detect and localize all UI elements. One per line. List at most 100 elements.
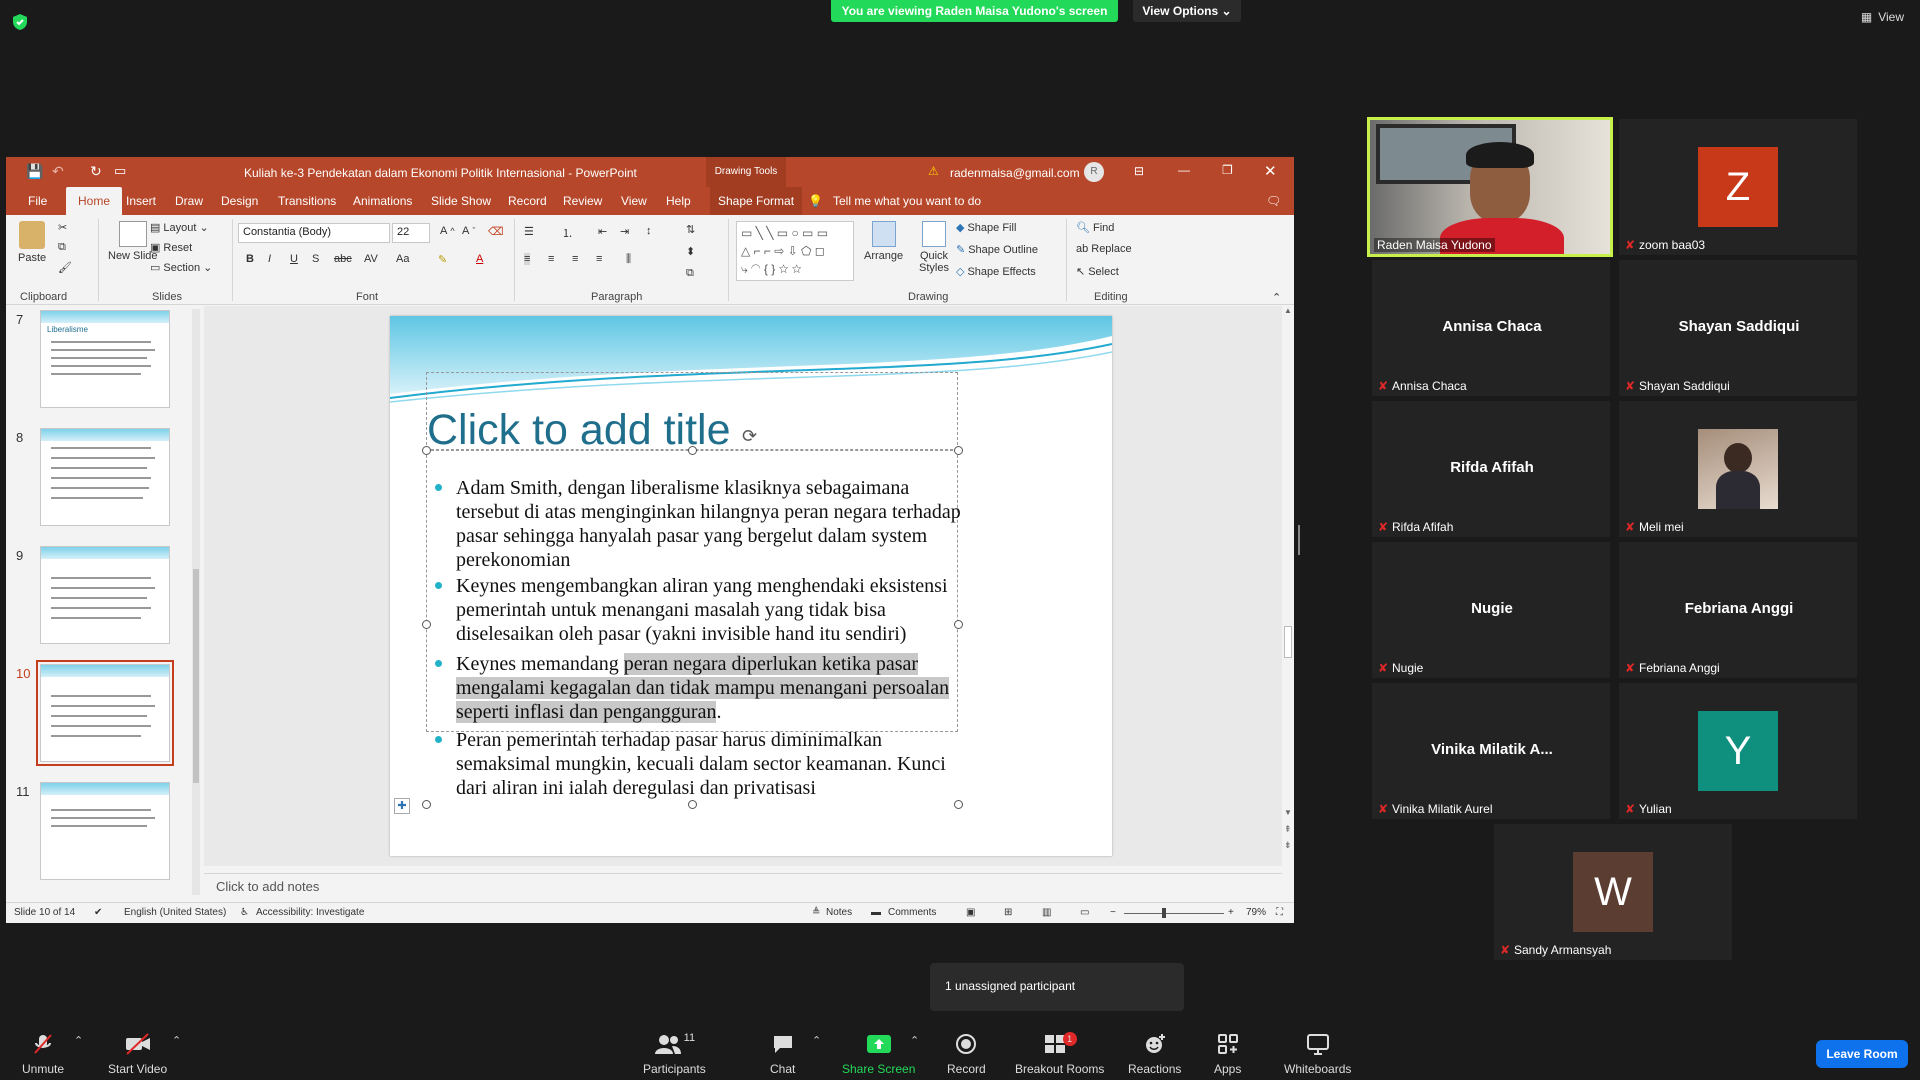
resize-handle[interactable] bbox=[954, 446, 963, 455]
text-direction-icon[interactable]: ⇅ bbox=[686, 223, 695, 236]
slide[interactable]: Click to add title ⟳ ✚ Adam Smith, denga… bbox=[390, 316, 1112, 856]
tab-design[interactable]: Design bbox=[219, 187, 260, 215]
cut-icon[interactable]: ✂ bbox=[58, 221, 67, 234]
present-icon[interactable]: ▭ bbox=[114, 163, 126, 179]
resize-handle[interactable] bbox=[688, 446, 697, 455]
participant-tile-nugie[interactable]: Nugie ✘ Nugie bbox=[1372, 542, 1610, 678]
highlight-icon[interactable]: ✎ bbox=[438, 253, 447, 266]
italic-icon[interactable]: I bbox=[268, 253, 271, 265]
tab-animations[interactable]: Animations bbox=[351, 187, 414, 215]
align-center-icon[interactable]: ≡ bbox=[548, 253, 554, 265]
participant-tile-febriana-anggi[interactable]: Febriana Anggi ✘ Febriana Anggi bbox=[1619, 542, 1857, 678]
save-icon[interactable]: 💾 bbox=[26, 163, 43, 180]
decrease-font-icon[interactable]: Aˇ bbox=[462, 225, 475, 237]
layout-button[interactable]: ▤ Layout ⌄ bbox=[150, 221, 209, 235]
account-avatar[interactable]: R bbox=[1084, 162, 1104, 182]
share-screen-button[interactable]: Share Screen bbox=[842, 1032, 915, 1076]
resize-handle[interactable] bbox=[422, 446, 431, 455]
align-left-icon[interactable]: ≡ bbox=[524, 253, 531, 265]
participant-tile-shayan-saddiqui[interactable]: Shayan Saddiqui ✘ Shayan Saddiqui bbox=[1619, 260, 1857, 396]
underline-icon[interactable]: U bbox=[290, 253, 298, 265]
participant-tile-vinika-milatik-aurel[interactable]: Vinika Milatik A... ✘ Vinika Milatik Aure… bbox=[1372, 683, 1610, 819]
spelling-icon[interactable]: ✔︎ bbox=[94, 907, 102, 918]
design-ideas-icon[interactable]: ✚ bbox=[394, 798, 410, 814]
participant-tile-sandy-armansyah[interactable]: W ✘ Sandy Armansyah bbox=[1494, 824, 1732, 960]
columns-icon[interactable]: ⫼ bbox=[626, 253, 631, 266]
account-email[interactable]: radenmaisa@gmail.com bbox=[950, 166, 1080, 180]
reading-view-icon[interactable]: ▥ bbox=[1042, 907, 1051, 918]
change-case-icon[interactable]: Aa bbox=[396, 253, 409, 265]
increase-indent-icon[interactable]: ⇥ bbox=[620, 225, 629, 238]
arrange-button[interactable]: Arrange bbox=[864, 221, 903, 262]
minimize-icon[interactable]: — bbox=[1178, 163, 1190, 177]
character-spacing-icon[interactable]: AV bbox=[364, 253, 378, 265]
find-button[interactable]: 🔍︎ Find bbox=[1076, 221, 1114, 235]
resize-handle[interactable] bbox=[954, 800, 963, 809]
zoom-slider[interactable] bbox=[1124, 913, 1224, 914]
redo-icon[interactable]: ↻ bbox=[90, 163, 102, 180]
tab-review[interactable]: Review bbox=[561, 187, 604, 215]
video-options-chevron-icon[interactable]: ⌃ bbox=[172, 1034, 181, 1047]
audio-options-chevron-icon[interactable]: ⌃ bbox=[74, 1034, 83, 1047]
slide-sorter-icon[interactable]: ⊞ bbox=[1004, 907, 1012, 918]
resize-handle[interactable] bbox=[688, 800, 697, 809]
fit-slide-icon[interactable]: ⛶ bbox=[1276, 907, 1283, 918]
slide-scrollbar[interactable]: ▲ ▼ ⇞ ⇟ bbox=[1282, 306, 1294, 866]
bold-icon[interactable]: B bbox=[246, 253, 254, 265]
zoom-in-icon[interactable]: + bbox=[1228, 907, 1234, 918]
resize-handle[interactable] bbox=[422, 800, 431, 809]
start-video-button[interactable]: Start Video bbox=[108, 1032, 167, 1076]
scroll-thumb[interactable] bbox=[193, 569, 199, 783]
tab-record[interactable]: Record bbox=[506, 187, 549, 215]
view-options-button[interactable]: View Options ⌄ bbox=[1133, 0, 1241, 22]
tab-transitions[interactable]: Transitions bbox=[276, 187, 338, 215]
close-icon[interactable]: ✕ bbox=[1264, 162, 1277, 180]
participant-tile-meli-mei[interactable]: ✘ Meli mei bbox=[1619, 401, 1857, 537]
increase-font-icon[interactable]: A ^ bbox=[440, 225, 455, 237]
participant-tile-annisa-chaca[interactable]: Annisa Chaca ✘ Annisa Chaca bbox=[1372, 260, 1610, 396]
normal-view-icon[interactable]: ▣ bbox=[966, 907, 975, 918]
tab-insert[interactable]: Insert bbox=[124, 187, 158, 215]
ribbon-display-icon[interactable]: ⊟ bbox=[1134, 164, 1144, 178]
reset-button[interactable]: ▣ Reset bbox=[150, 241, 192, 255]
tab-slide-show[interactable]: Slide Show bbox=[429, 187, 493, 215]
chat-options-chevron-icon[interactable]: ⌃ bbox=[812, 1034, 821, 1047]
font-size-dropdown[interactable]: 22 bbox=[392, 223, 430, 243]
scroll-up-icon[interactable]: ▲ bbox=[1284, 306, 1292, 315]
quick-styles-button[interactable]: Quick Styles bbox=[910, 221, 958, 274]
align-right-icon[interactable]: ≡ bbox=[572, 253, 578, 265]
section-button[interactable]: ▭ Section ⌄ bbox=[150, 261, 212, 275]
resize-handle[interactable] bbox=[954, 620, 963, 629]
undo-icon[interactable]: ↶ bbox=[52, 163, 64, 180]
slide-thumbnail-10[interactable] bbox=[40, 664, 170, 762]
bullets-icon[interactable]: ☰ bbox=[524, 225, 534, 238]
tab-home[interactable]: Home bbox=[66, 187, 123, 215]
shape-effects-button[interactable]: ◇ Shape Effects bbox=[956, 265, 1036, 279]
comments-icon[interactable]: 🗨 bbox=[1264, 187, 1283, 215]
tab-help[interactable]: Help bbox=[664, 187, 693, 215]
font-color-icon[interactable]: A bbox=[476, 253, 483, 265]
comments-toggle[interactable]: Comments bbox=[888, 907, 936, 918]
tab-shape-format[interactable]: Shape Format bbox=[710, 187, 803, 215]
reactions-button[interactable]: Reactions bbox=[1128, 1032, 1181, 1076]
record-button[interactable]: Record bbox=[947, 1032, 986, 1076]
participant-tile-zoom-baa03[interactable]: Z ✘ zoom baa03 bbox=[1619, 119, 1857, 255]
tab-draw[interactable]: Draw bbox=[173, 187, 205, 215]
unassigned-participant-tooltip[interactable]: 1 unassigned participant bbox=[930, 963, 1184, 1011]
unmute-button[interactable]: Unmute bbox=[22, 1032, 64, 1076]
select-button[interactable]: ↖ Select bbox=[1076, 265, 1119, 279]
leave-room-button[interactable]: Leave Room bbox=[1816, 1040, 1908, 1068]
zoom-out-icon[interactable]: − bbox=[1110, 907, 1116, 918]
paste-button[interactable]: Paste bbox=[18, 221, 46, 264]
thumbnails-scrollbar[interactable] bbox=[192, 309, 200, 895]
notes-toggle[interactable]: Notes bbox=[826, 907, 852, 918]
previous-slide-icon[interactable]: ⇞ bbox=[1284, 824, 1292, 835]
align-text-icon[interactable]: ⬍ bbox=[686, 245, 695, 258]
format-painter-icon[interactable]: 🖌 bbox=[58, 261, 72, 274]
rotate-handle-icon[interactable]: ⟳ bbox=[742, 426, 757, 447]
view-button[interactable]: ▦ View bbox=[1861, 10, 1904, 24]
zoom-level[interactable]: 79% bbox=[1246, 907, 1266, 918]
copy-icon[interactable]: ⧉ bbox=[58, 241, 66, 254]
resize-handle[interactable] bbox=[422, 620, 431, 629]
slide-show-icon[interactable]: ▭ bbox=[1080, 907, 1089, 918]
